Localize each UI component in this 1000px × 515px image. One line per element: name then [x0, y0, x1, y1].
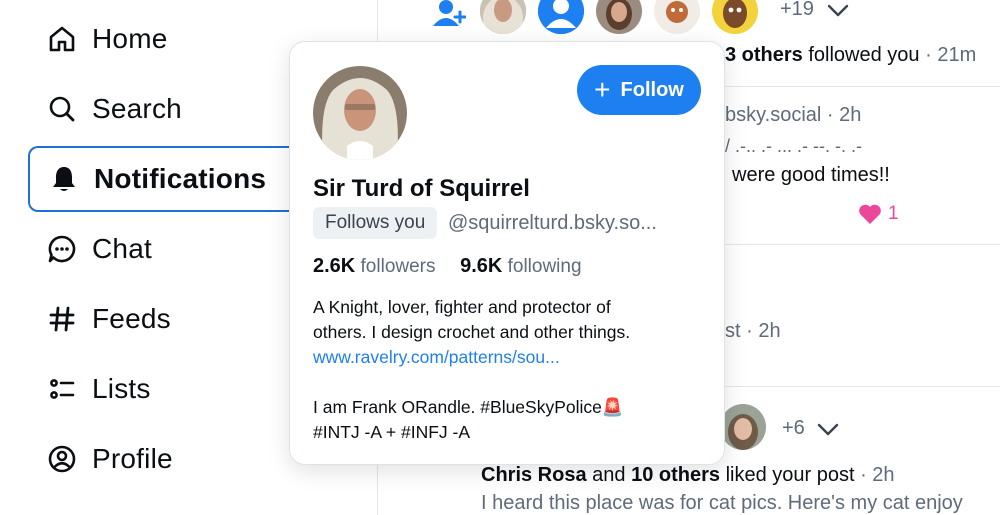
sidebar-item-feeds[interactable]: Feeds — [28, 286, 290, 352]
sidebar-item-profile[interactable]: Profile — [28, 426, 290, 492]
home-icon — [46, 23, 78, 55]
others-count: 10 others — [631, 464, 721, 486]
timestamp: · 2h — [821, 104, 862, 126]
bio-line: others. I design crochet and other thing… — [313, 322, 631, 342]
sidebar-item-label: Home — [92, 23, 168, 54]
followers-count[interactable]: 2.6K — [313, 255, 355, 277]
hash-icon — [46, 303, 78, 335]
chat-icon — [46, 233, 78, 265]
sidebar-item-chat[interactable]: Chat — [28, 216, 290, 282]
handle-text: bsky.social — [725, 104, 822, 126]
post-author-handle[interactable]: bsky.social · 2h — [725, 104, 861, 127]
handle-text: st — [725, 320, 741, 342]
others-count: 3 others — [725, 44, 803, 66]
timestamp: · 21m — [919, 44, 977, 66]
timestamp: · 2h — [854, 464, 895, 486]
plus-icon: + — [594, 74, 611, 105]
chevron-down-icon[interactable] — [816, 419, 840, 444]
sidebar-item-label: Notifications — [94, 163, 267, 194]
liked-text: liked your post — [720, 464, 855, 486]
bio-line: #INTJ -A + #INFJ -A — [313, 422, 471, 442]
followers-label[interactable]: followers — [361, 256, 436, 277]
follow-button-label: Follow — [620, 78, 684, 101]
like-notification-text: Chris Rosa and 10 others liked your post… — [481, 464, 895, 487]
avatar[interactable] — [712, 0, 758, 34]
sidebar-item-label: Lists — [92, 373, 151, 404]
followed-you-text: followed you — [802, 44, 920, 66]
heart-icon[interactable] — [858, 203, 882, 230]
following-count[interactable]: 9.6K — [460, 255, 502, 277]
profile-avatar[interactable] — [313, 66, 407, 160]
and-text: and — [586, 464, 632, 486]
list-icon — [46, 373, 78, 405]
sidebar-item-home[interactable]: Home — [28, 6, 290, 72]
sidebar-item-label: Feeds — [92, 303, 171, 334]
timestamp: · 2h — [740, 320, 781, 342]
following-label[interactable]: following — [508, 256, 582, 277]
follow-button[interactable]: + Follow — [577, 65, 701, 115]
sidebar-item-lists[interactable]: Lists — [28, 356, 290, 422]
avatar[interactable] — [596, 0, 642, 34]
post-text-ascii: / .-.. .- ... .- --. -. .- — [725, 136, 862, 156]
person-add-icon — [430, 0, 467, 33]
liker-name[interactable]: Chris Rosa — [481, 464, 587, 486]
profile-hover-card: + Follow Sir Turd of Squirrel Follows yo… — [289, 41, 725, 465]
sidebar-item-search[interactable]: Search — [28, 76, 290, 142]
avatar[interactable] — [480, 0, 526, 34]
profile-handle[interactable]: @squirrelturd.bsky.so... — [448, 212, 657, 235]
profile-stats: 2.6K followers 9.6K following — [313, 255, 582, 278]
profile-icon — [46, 443, 78, 475]
post-author-handle: st · 2h — [725, 320, 781, 343]
sidebar-item-notifications[interactable]: Notifications — [28, 146, 296, 212]
sidebar-item-label: Search — [92, 93, 182, 124]
profile-bio: A Knight, lover, fighter and protector o… — [313, 295, 713, 445]
sidebar-item-label: Profile — [92, 443, 173, 474]
post-text: were good times!! — [732, 164, 890, 186]
more-avatars-count[interactable]: +19 — [780, 0, 814, 21]
like-count: 1 — [888, 203, 899, 224]
profile-display-name[interactable]: Sir Turd of Squirrel — [313, 175, 530, 203]
follow-notification-text: 3 others followed you · 21m — [725, 44, 976, 67]
search-icon — [46, 93, 78, 125]
avatar[interactable] — [538, 0, 584, 34]
avatar[interactable] — [720, 404, 766, 450]
bio-line: A Knight, lover, fighter and protector o… — [313, 297, 611, 317]
bio-line: I am Frank ORandle. #BlueSkyPolice🚨 — [313, 397, 624, 417]
bell-icon — [48, 163, 80, 195]
liked-post-snippet[interactable]: I heard this place was for cat pics. Her… — [481, 492, 963, 515]
bio-link[interactable]: www.ravelry.com/patterns/sou... — [313, 347, 560, 367]
sidebar-item-label: Chat — [92, 233, 152, 264]
more-avatars-count[interactable]: +6 — [782, 417, 805, 440]
follows-you-badge: Follows you — [313, 207, 438, 239]
chevron-down-icon[interactable] — [826, 0, 850, 25]
avatar[interactable] — [654, 0, 700, 34]
